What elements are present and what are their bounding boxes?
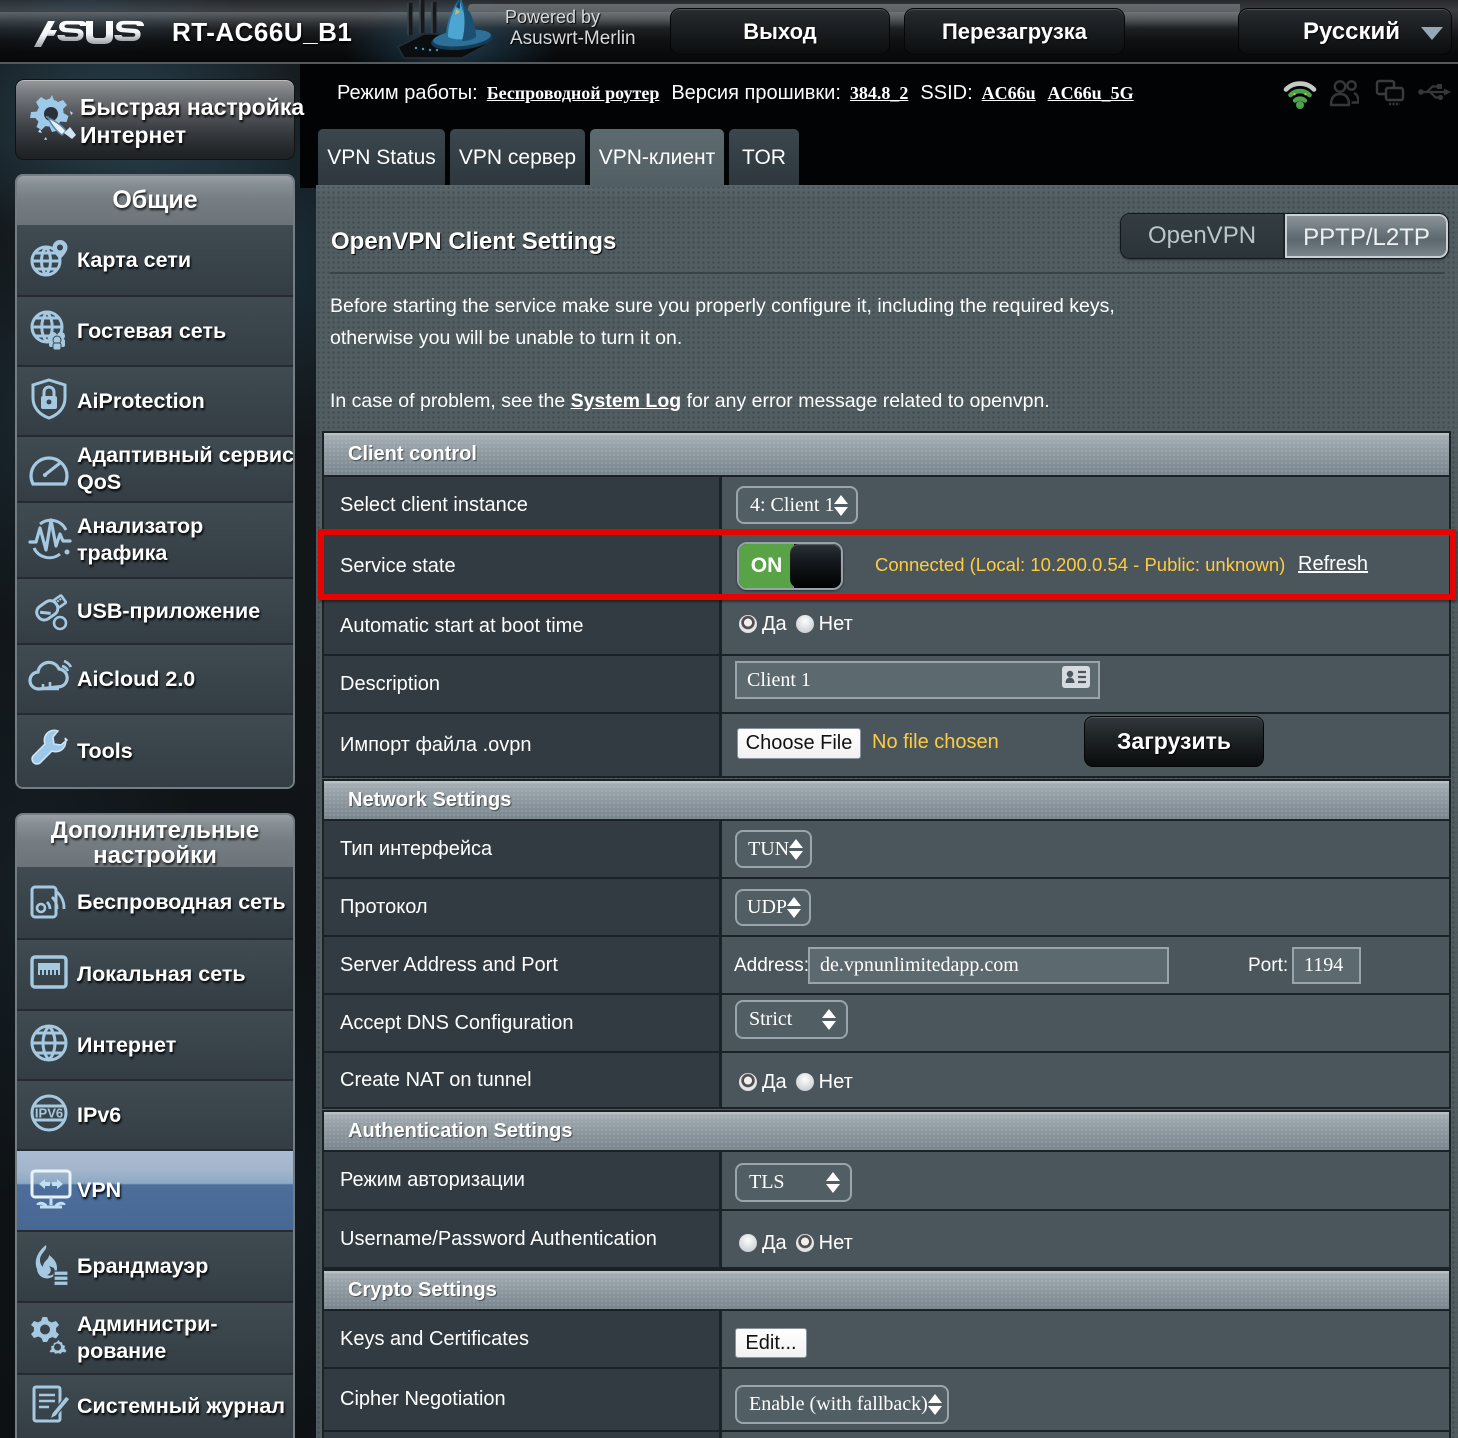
svg-text:IPV6: IPV6 [35,1105,63,1120]
